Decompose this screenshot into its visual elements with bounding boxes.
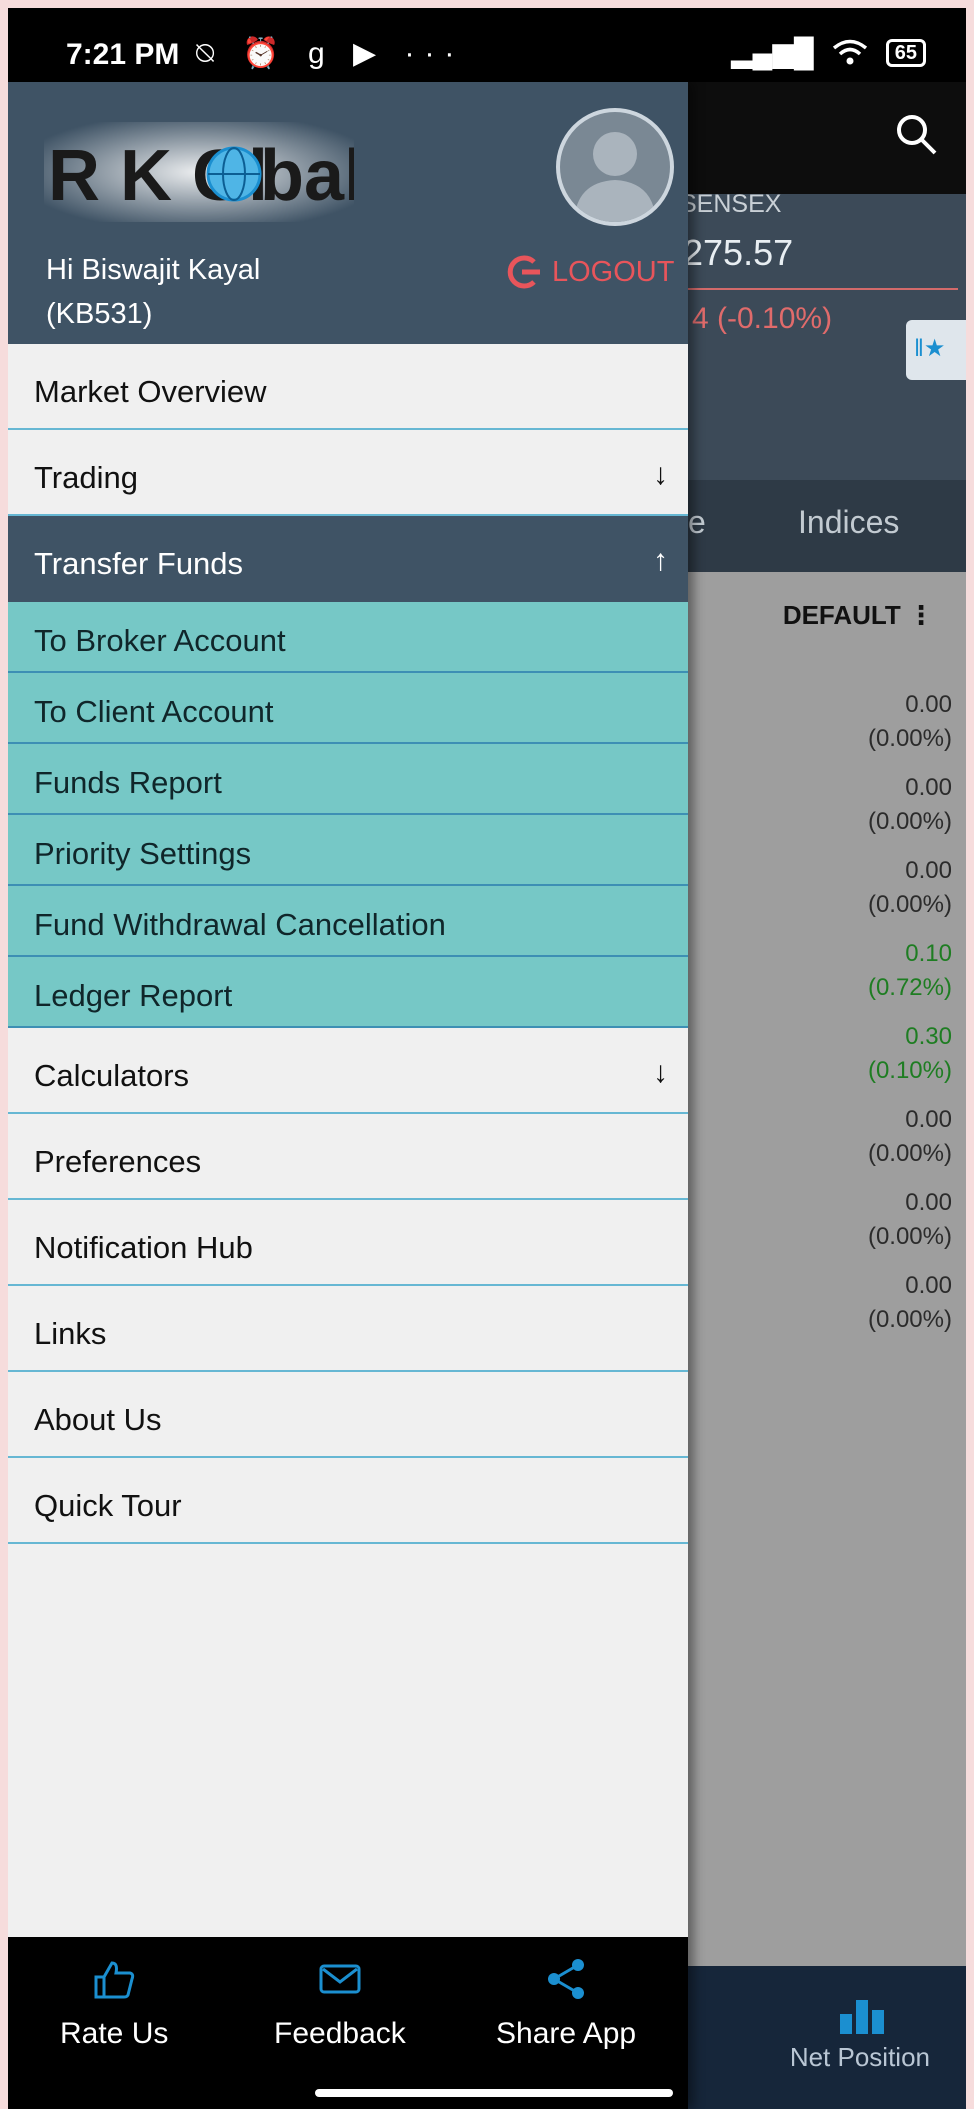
signal-icon: ▂▄▆█ bbox=[731, 37, 814, 68]
logout-button[interactable]: LOGOUT bbox=[504, 252, 674, 292]
watchlist-value: 0.00 (0.00%) bbox=[868, 688, 952, 756]
search-icon[interactable] bbox=[894, 112, 938, 156]
status-time: 7:21 PM bbox=[66, 38, 180, 71]
bar-chart-icon bbox=[840, 2000, 884, 2034]
favorite-star-icon[interactable]: ‖★ bbox=[906, 320, 966, 380]
menu-item-notification-hub[interactable]: Notification Hub bbox=[8, 1200, 688, 1286]
logout-label: LOGOUT bbox=[552, 255, 675, 288]
index-change: 4 (-0.10%) bbox=[692, 302, 833, 335]
tab-previous[interactable]: e bbox=[688, 504, 706, 541]
submenu-item-priority-settings[interactable]: Priority Settings bbox=[8, 815, 688, 886]
submenu-item-funds-report[interactable]: Funds Report bbox=[8, 744, 688, 815]
net-position-tab[interactable]: Net Position bbox=[790, 2042, 930, 2073]
watchlist-value: 0.00 (0.00%) bbox=[868, 854, 952, 922]
drawer-header: R K Gl bal Hi Biswajit Kayal (KB531) LOG… bbox=[8, 82, 688, 344]
share-icon bbox=[548, 1959, 585, 1999]
battery-icon: 65 bbox=[885, 38, 926, 67]
change-percent: (0.00%) bbox=[867, 1140, 952, 1167]
menu-item-about-us[interactable]: About Us bbox=[8, 1372, 688, 1458]
arrow-down-icon: ↓ bbox=[653, 458, 668, 491]
submenu-item-ledger-report[interactable]: Ledger Report bbox=[8, 957, 688, 1028]
menu-label: Quick Tour bbox=[34, 1488, 182, 1523]
menu-item-links[interactable]: Links bbox=[8, 1286, 688, 1372]
mail-icon bbox=[319, 1964, 361, 1994]
watchlist-value: 0.10 (0.72%) bbox=[868, 937, 952, 1005]
status-bar: 7:21 PM ⍉ ⏰ g ▶ ··· ▂▄▆█ 65 bbox=[8, 8, 966, 82]
change-value: 0.30 bbox=[905, 1023, 952, 1050]
change-percent: (0.10%) bbox=[867, 1057, 952, 1084]
navigation-drawer: R K Gl bal Hi Biswajit Kayal (KB531) LOG… bbox=[8, 82, 688, 2109]
watchlist-value: 0.30 (0.10%) bbox=[868, 1020, 952, 1088]
menu-item-preferences[interactable]: Preferences bbox=[8, 1114, 688, 1200]
watchlist-value: 0.00 (0.00%) bbox=[868, 1103, 952, 1171]
change-percent: (0.00%) bbox=[867, 1223, 952, 1250]
status-right: ▂▄▆█ 65 bbox=[731, 36, 926, 69]
menu-label: About Us bbox=[34, 1402, 162, 1437]
arrow-up-icon: ↑ bbox=[653, 544, 668, 577]
menu-label: Links bbox=[34, 1316, 107, 1351]
feedback-label: Feedback bbox=[274, 2017, 406, 2050]
index-value: 275.57 bbox=[683, 232, 794, 273]
menu-label: Trading bbox=[34, 460, 138, 495]
menu-item-transfer-funds[interactable]: Transfer Funds ↑ bbox=[8, 516, 688, 602]
share-app-label: Share App bbox=[496, 2017, 637, 2050]
change-percent: (0.00%) bbox=[867, 891, 952, 918]
submenu-item-fund-withdrawal-cancellation[interactable]: Fund Withdrawal Cancellation bbox=[8, 886, 688, 957]
greeting-client-id: (KB531) bbox=[46, 298, 153, 330]
home-indicator[interactable] bbox=[315, 2089, 673, 2097]
tab-indices[interactable]: Indices bbox=[798, 504, 899, 541]
change-value: 0.00 bbox=[905, 774, 952, 801]
index-divider bbox=[683, 288, 958, 290]
greeting-name: Hi Biswajit Kayal bbox=[46, 254, 261, 286]
menu-item-quick-tour[interactable]: Quick Tour bbox=[8, 1458, 688, 1544]
drawer-footer: Rate Us Feedback Share App bbox=[8, 1937, 688, 2109]
share-app-button[interactable]: Share App bbox=[496, 1957, 636, 2051]
thumbs-up-icon bbox=[94, 1961, 135, 1999]
menu-item-calculators[interactable]: Calculators ↓ bbox=[8, 1028, 688, 1114]
watchlist-value: 0.00 (0.00%) bbox=[868, 1269, 952, 1337]
drawer-menu: Market Overview Trading ↓ Transfer Funds… bbox=[8, 344, 688, 1544]
wifi-icon bbox=[832, 39, 867, 64]
menu-label: Notification Hub bbox=[34, 1230, 253, 1265]
menu-label: Market Overview bbox=[34, 374, 267, 409]
phone-screen: 7:21 PM ⍉ ⏰ g ▶ ··· ▂▄▆█ 65 ‖★ SENSEX 27… bbox=[8, 8, 966, 2109]
menu-label: Preferences bbox=[34, 1144, 202, 1179]
rate-us-button[interactable]: Rate Us bbox=[60, 1957, 168, 2051]
watchlist-value: 0.00 (0.00%) bbox=[868, 771, 952, 839]
rk-global-logo: R K Gl bal bbox=[44, 122, 354, 222]
change-value: 0.00 bbox=[905, 1272, 952, 1299]
watchlist-value: 0.00 (0.00%) bbox=[868, 1186, 952, 1254]
feedback-button[interactable]: Feedback bbox=[274, 1957, 406, 2051]
arrow-down-icon: ↓ bbox=[653, 1056, 668, 1089]
user-avatar-icon[interactable] bbox=[556, 108, 674, 226]
change-percent: (0.00%) bbox=[867, 1306, 952, 1333]
change-percent: (0.72%) bbox=[867, 974, 952, 1001]
change-value: 0.00 bbox=[905, 857, 952, 884]
submenu-item-to-broker-account[interactable]: To Broker Account bbox=[8, 602, 688, 673]
menu-label: Calculators bbox=[34, 1058, 190, 1093]
user-greeting: Hi Biswajit Kayal (KB531) bbox=[46, 248, 260, 336]
notification-icons: ⍉ ⏰ g ▶ ··· bbox=[196, 37, 465, 70]
change-value: 0.00 bbox=[905, 1189, 952, 1216]
sort-default-button[interactable]: DEFAULT ⋮ bbox=[783, 600, 934, 631]
change-value: 0.00 bbox=[905, 1106, 952, 1133]
index-label: SENSEX bbox=[680, 190, 782, 218]
menu-item-market-overview[interactable]: Market Overview bbox=[8, 344, 688, 430]
change-percent: (0.00%) bbox=[867, 808, 952, 835]
logout-icon bbox=[507, 255, 540, 289]
menu-item-trading[interactable]: Trading ↓ bbox=[8, 430, 688, 516]
menu-label: Transfer Funds bbox=[34, 546, 244, 581]
svg-text:bal: bal bbox=[260, 136, 354, 216]
submenu-item-to-client-account[interactable]: To Client Account bbox=[8, 673, 688, 744]
rate-us-label: Rate Us bbox=[60, 2017, 169, 2050]
change-value: 0.00 bbox=[905, 691, 952, 718]
change-percent: (0.00%) bbox=[867, 725, 952, 752]
change-value: 0.10 bbox=[905, 940, 952, 967]
